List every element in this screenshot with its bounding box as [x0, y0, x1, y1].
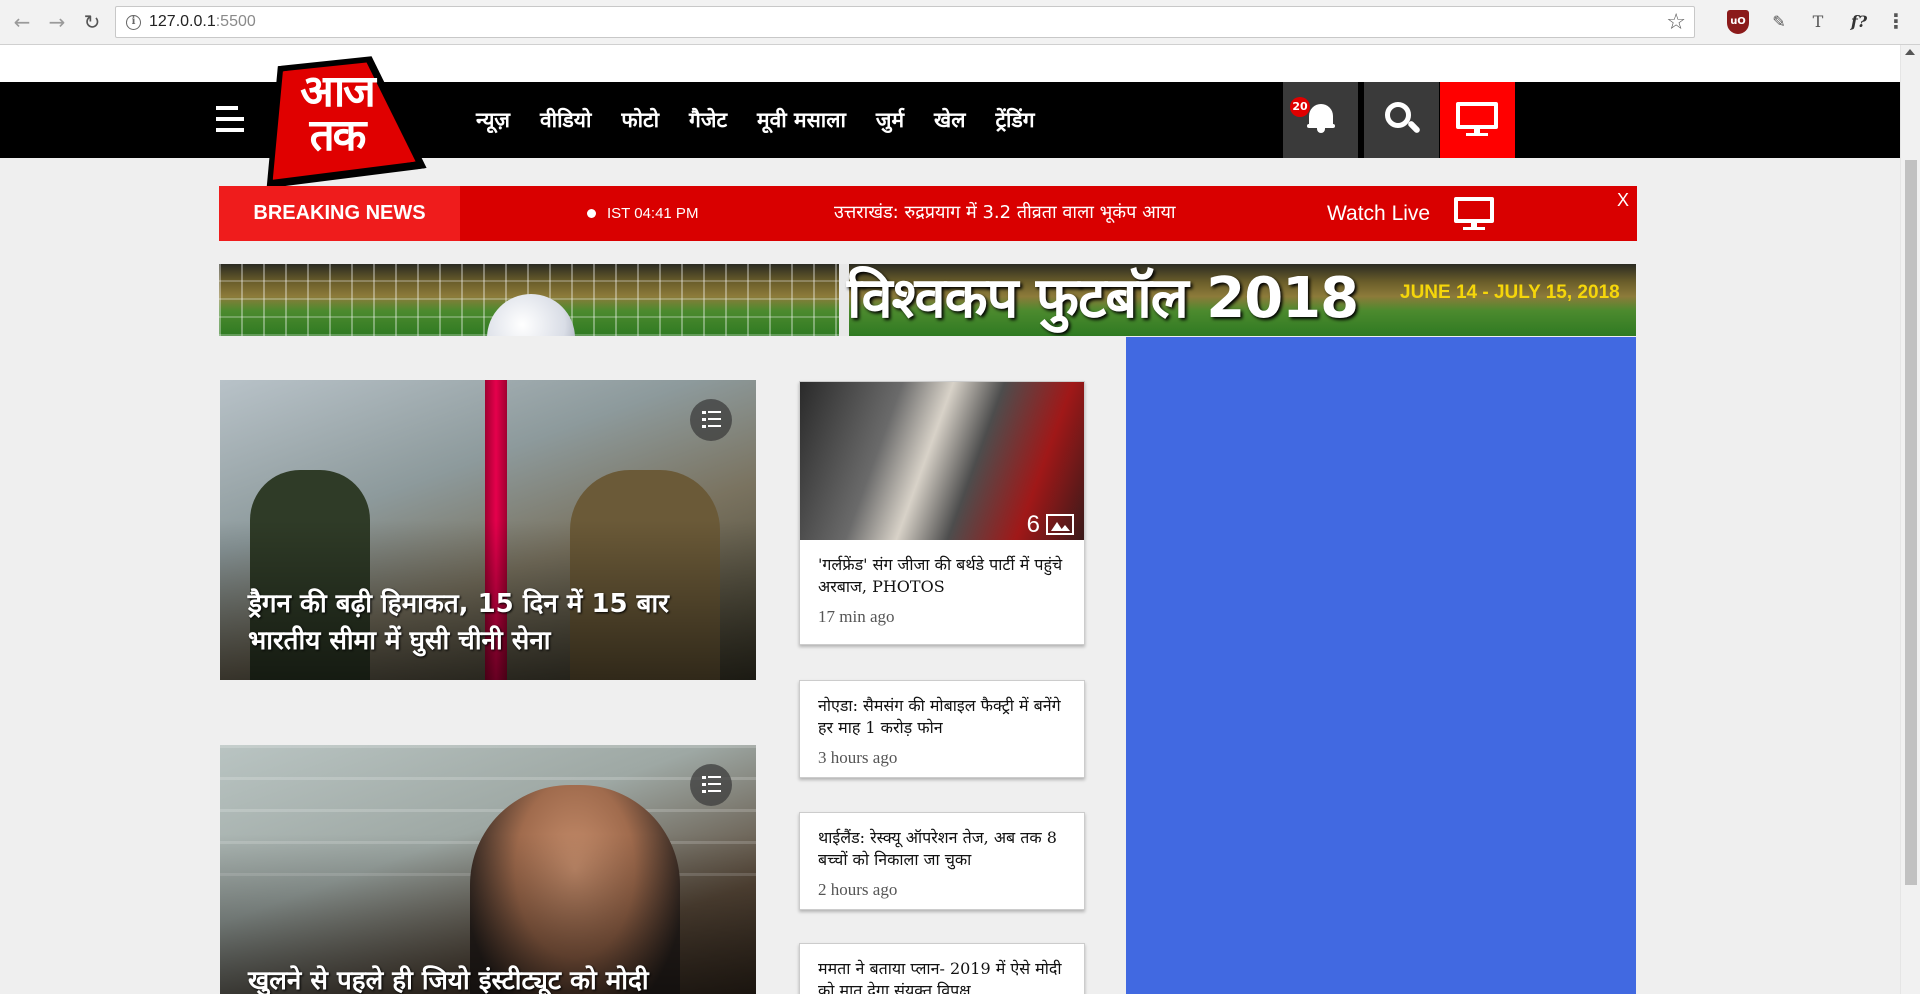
forward-button[interactable]: →: [45, 10, 69, 34]
news-card[interactable]: थाईलैंड: रेस्क्यू ऑपरेशन तेज, अब तक 8 बच…: [799, 812, 1085, 910]
url-host: 127.0.0.1: [149, 13, 216, 30]
browser-menu-icon[interactable]: ⋮: [1886, 9, 1906, 33]
url-port: :5500: [215, 13, 256, 30]
main-nav: न्यूज़ वीडियो फोटो गैजेट मूवी मसाला जुर्…: [476, 106, 1035, 134]
card-photo: 6: [800, 382, 1084, 540]
info-icon[interactable]: i: [126, 15, 141, 30]
tv-icon[interactable]: [1454, 197, 1494, 231]
secondary-story[interactable]: खुलने से पहले ही जियो इंस्टीट्यूट को मोद…: [220, 745, 756, 994]
news-card[interactable]: नोएडा: सैमसंग की मोबाइल फैक्ट्री में बने…: [799, 680, 1085, 778]
bell-icon: [1307, 102, 1335, 133]
card-title[interactable]: नोएडा: सैमसंग की मोबाइल फैक्ट्री में बने…: [800, 681, 1084, 739]
nav-item-crime[interactable]: जुर्म: [876, 106, 904, 134]
breaking-news-label: BREAKING NEWS: [219, 186, 460, 241]
card-title[interactable]: 'गर्लफ्रेंड' संग जीजा की बर्थडे पार्टी म…: [800, 540, 1084, 598]
breaking-news-headline[interactable]: उत्तराखंड: रुद्रप्रयाग में 3.2 तीव्रता व…: [834, 200, 1176, 226]
tv-icon: [1456, 102, 1498, 136]
list-icon[interactable]: [690, 764, 732, 806]
news-card[interactable]: 6 'गर्लफ्रेंड' संग जीजा की बर्थडे पार्टी…: [799, 381, 1085, 645]
live-tv-button[interactable]: [1440, 82, 1515, 158]
card-timestamp: 2 hours ago: [818, 880, 898, 899]
page-scrollbar[interactable]: [1900, 45, 1920, 994]
hamburger-icon[interactable]: [216, 106, 244, 132]
text-extension-icon[interactable]: T: [1806, 10, 1830, 34]
notification-badge: 20: [1290, 97, 1310, 117]
card-timestamp: 17 min ago: [818, 607, 895, 626]
photo-count: 6: [1026, 511, 1040, 538]
story-title[interactable]: ड्रैगन की बढ़ी हिमाकत, 15 दिन में 15 बार…: [248, 586, 728, 660]
close-breaking-button[interactable]: X: [1617, 190, 1629, 211]
bookmark-star-icon[interactable]: ☆: [1666, 10, 1686, 35]
watch-live-link[interactable]: Watch Live: [1327, 200, 1430, 228]
banner-title: विश्वकप फुटबॉल 2018: [847, 266, 1359, 331]
card-title[interactable]: ममता ने बताया प्लान- 2019 में ऐसे मोदी क…: [800, 944, 1084, 994]
aaj-tak-logo[interactable]: आज तक: [250, 58, 418, 182]
lead-story[interactable]: ड्रैगन की बढ़ी हिमाकत, 15 दिन में 15 बार…: [220, 380, 756, 680]
world-cup-banner[interactable]: विश्वकप फुटबॉल 2018 JUNE 14 - JULY 15, 2…: [219, 264, 1636, 336]
scroll-up-arrow-icon[interactable]: [1905, 49, 1915, 55]
banner-dates: JUNE 14 - JULY 15, 2018: [1400, 282, 1620, 303]
back-button[interactable]: ←: [10, 10, 34, 34]
news-card[interactable]: ममता ने बताया प्लान- 2019 में ऐसे मोदी क…: [799, 943, 1085, 994]
font-extension-icon[interactable]: f?: [1846, 10, 1872, 34]
breaking-news-bar: BREAKING NEWS IST 04:41 PM उत्तराखंड: रु…: [219, 186, 1637, 241]
scroll-thumb[interactable]: [1905, 160, 1917, 885]
logo-text: आज तक: [300, 66, 376, 161]
address-bar[interactable]: i 127.0.0.1:5500 ☆: [115, 6, 1695, 38]
nav-item-sports[interactable]: खेल: [934, 106, 965, 134]
ad-slot[interactable]: [1126, 337, 1636, 994]
nav-item-video[interactable]: वीडियो: [540, 106, 591, 134]
gallery-icon: [1046, 514, 1074, 535]
color-picker-extension-icon[interactable]: ✎: [1767, 10, 1791, 34]
nav-item-news[interactable]: न्यूज़: [476, 106, 510, 134]
reload-button[interactable]: ↻: [80, 10, 104, 34]
live-dot-icon: [587, 209, 596, 218]
story-title[interactable]: खुलने से पहले ही जियो इंस्टीट्यूट को मोद…: [248, 963, 728, 994]
nav-item-photo[interactable]: फोटो: [621, 106, 659, 134]
nav-item-gadget[interactable]: गैजेट: [689, 106, 727, 134]
nav-item-trending[interactable]: ट्रेंडिंग: [995, 106, 1034, 134]
ublock-extension-icon[interactable]: uO: [1727, 10, 1749, 34]
list-icon[interactable]: [690, 399, 732, 441]
browser-toolbar: ← → ↻ i 127.0.0.1:5500 ☆ uO ✎ T f? ⋮: [0, 0, 1920, 45]
notifications-button[interactable]: 20: [1283, 82, 1358, 158]
search-button[interactable]: [1364, 82, 1439, 158]
breaking-news-time: IST 04:41 PM: [607, 205, 699, 222]
card-timestamp: 3 hours ago: [818, 748, 898, 767]
url-text[interactable]: 127.0.0.1:5500: [149, 13, 256, 31]
nav-item-movie-masala[interactable]: मूवी मसाला: [757, 106, 846, 134]
card-title[interactable]: थाईलैंड: रेस्क्यू ऑपरेशन तेज, अब तक 8 बच…: [800, 813, 1084, 871]
